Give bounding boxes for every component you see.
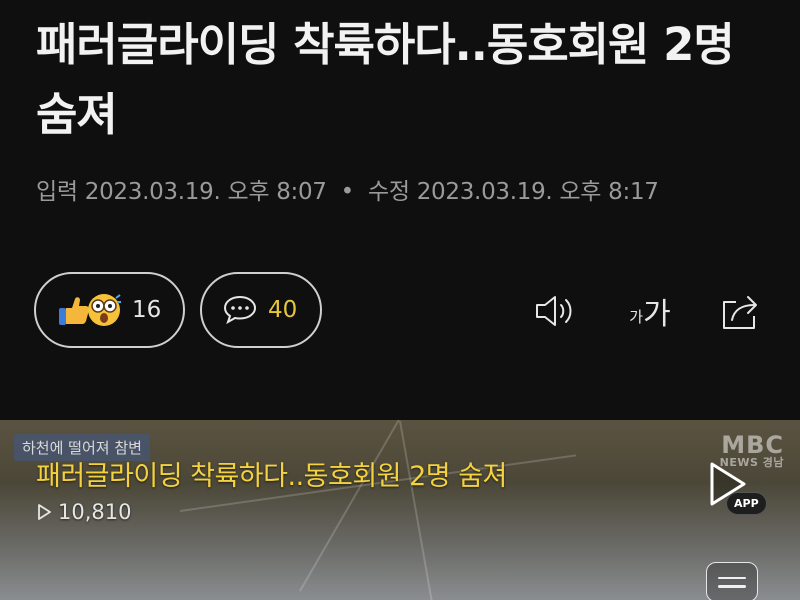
font-size-large-glyph: 가 — [643, 297, 671, 332]
reaction-count: 16 — [132, 297, 162, 323]
input-label: 입력 — [36, 179, 78, 205]
input-time: 2023.03.19. 오후 8:07 — [84, 179, 327, 205]
shocked-face-emoji-icon — [88, 294, 121, 326]
text-to-speech-button[interactable] — [531, 288, 577, 334]
article-page: 패러글라이딩 착륙하다..동호회원 2명 숨져 입력 2023.03.19. 오… — [0, 0, 800, 600]
view-count-value: 10,810 — [58, 500, 132, 524]
menu-line-icon — [718, 585, 746, 588]
video-frame-line — [299, 420, 431, 592]
comment-button[interactable]: 40 — [200, 272, 322, 348]
font-size-button[interactable]: 가 가 — [620, 288, 680, 334]
share-button[interactable] — [717, 288, 763, 334]
speaker-icon — [536, 296, 572, 326]
menu-line-icon — [718, 576, 746, 579]
open-in-app-button[interactable]: APP — [704, 458, 767, 520]
meta-separator: • — [340, 179, 355, 205]
video-frame-line — [399, 420, 434, 600]
speech-bubble-icon — [223, 295, 257, 325]
menu-button[interactable] — [706, 562, 758, 600]
article-headline: 패러글라이딩 착륙하다..동호회원 2명 숨져 — [36, 18, 735, 141]
share-icon — [723, 296, 757, 329]
comment-count: 40 — [268, 297, 298, 323]
broadcaster-logo-text: MBC — [721, 431, 784, 459]
reaction-icons — [56, 292, 122, 328]
article-timestamps: 입력 2023.03.19. 오후 8:07 • 수정 2023.03.19. … — [36, 172, 659, 206]
font-size-small-glyph: 가 — [629, 307, 644, 326]
video-player[interactable]: 하천에 떨어져 참변 MBC NEWS 경남 패러글라이딩 착륙하다..동호회원… — [0, 420, 800, 600]
modified-time: 2023.03.19. 오후 8:17 — [416, 179, 659, 205]
video-view-count: 10,810 — [36, 500, 131, 524]
reaction-button[interactable]: 16 — [34, 272, 185, 348]
modified-label: 수정 — [367, 179, 410, 205]
video-title: 패러글라이딩 착륙하다..동호회원 2명 숨져 — [36, 461, 507, 492]
app-badge: APP — [726, 492, 767, 515]
play-outline-icon — [38, 504, 51, 520]
